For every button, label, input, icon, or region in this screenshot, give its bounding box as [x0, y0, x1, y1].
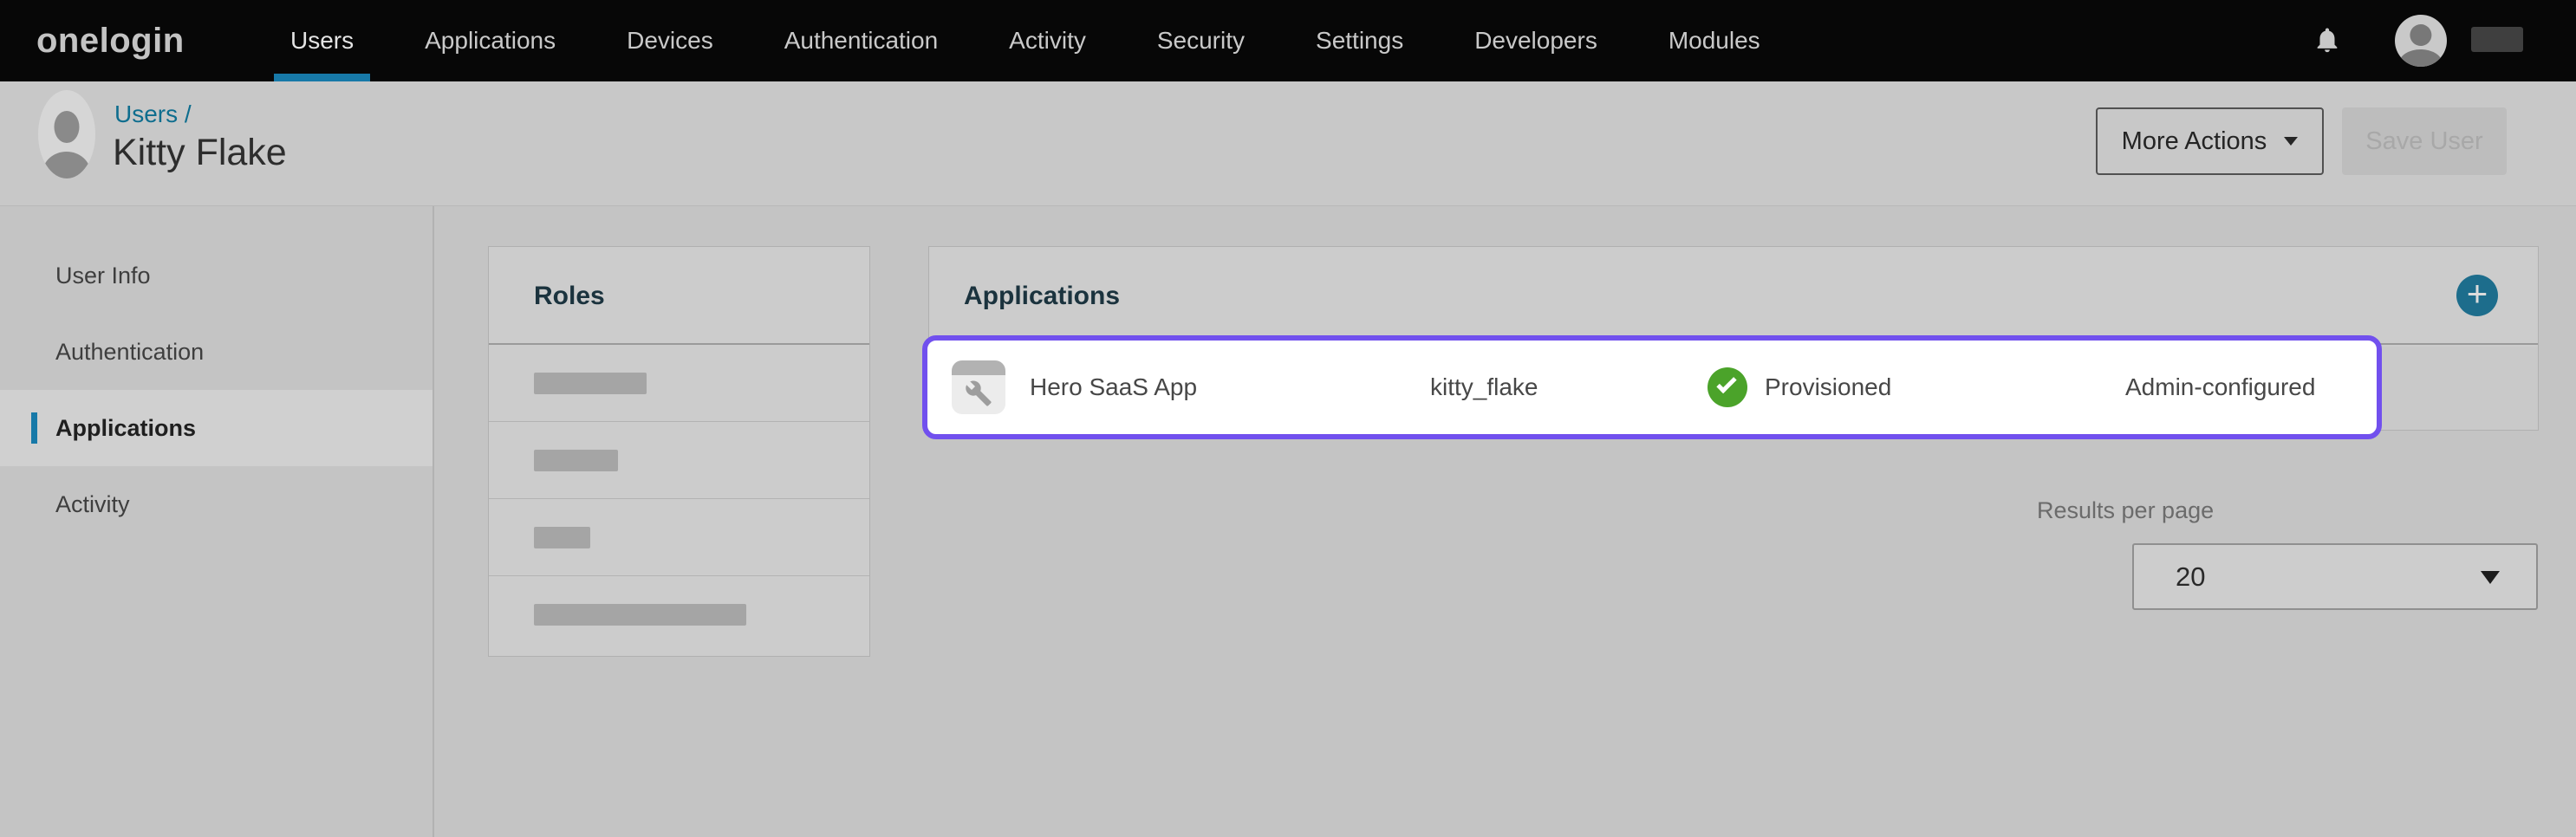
nav-tab-modules[interactable]: Modules: [1633, 0, 1796, 81]
sidebar-item-label: Applications: [55, 415, 196, 442]
nav-tab-label: Modules: [1669, 27, 1760, 55]
sidebar-item-authentication[interactable]: Authentication: [0, 314, 433, 390]
check-mark: [1716, 373, 1736, 393]
app-icon: [952, 360, 1005, 414]
app-icon-titlebar: [952, 360, 1005, 375]
role-row[interactable]: [489, 345, 869, 422]
nav-tab-users[interactable]: Users: [255, 0, 389, 81]
user-page-header: Users / Kitty Flake More Actions Save Us…: [0, 81, 2576, 206]
sidebar-divider: [433, 206, 434, 837]
page-title: Kitty Flake: [113, 132, 287, 174]
avatar-silhouette-head: [2410, 24, 2431, 46]
role-row[interactable]: [489, 576, 869, 653]
top-nav-bar: onelogin Users Applications Devices Auth…: [0, 0, 2576, 81]
user-avatar: [38, 90, 95, 178]
wrench-icon: [965, 380, 992, 407]
applications-panel-header: Applications +: [929, 247, 2538, 345]
nav-tab-label: Devices: [627, 27, 713, 55]
nav-tab-developers[interactable]: Developers: [1439, 0, 1633, 81]
results-per-page-label: Results per page: [2037, 497, 2214, 524]
save-user-label: Save User: [2365, 127, 2482, 156]
breadcrumb[interactable]: Users /: [114, 101, 192, 128]
main-content: User Info Authentication Applications Ac…: [0, 206, 2576, 837]
application-row-hero-saas-app[interactable]: Hero SaaS App kitty_flake Provisioned Ad…: [922, 335, 2382, 439]
role-row[interactable]: [489, 422, 869, 499]
avatar-silhouette-body: [42, 152, 90, 178]
more-actions-button[interactable]: More Actions: [2096, 107, 2324, 175]
nav-tab-label: Activity: [1009, 27, 1086, 55]
primary-nav: Users Applications Devices Authenticatio…: [255, 0, 1796, 81]
save-user-button[interactable]: Save User: [2342, 107, 2507, 175]
sidebar-item-label: Activity: [55, 491, 130, 518]
account-name-redacted[interactable]: [2471, 27, 2523, 52]
nav-tab-security[interactable]: Security: [1122, 0, 1280, 81]
redacted-role-name: [534, 450, 618, 471]
provisioned-check-icon: [1708, 367, 1747, 407]
sidebar-item-label: Authentication: [55, 339, 204, 366]
nav-tab-label: Security: [1157, 27, 1245, 55]
active-tab-underline: [274, 74, 370, 81]
sidebar-item-user-info[interactable]: User Info: [0, 237, 433, 314]
nav-tab-label: Authentication: [784, 27, 938, 55]
redacted-role-name: [534, 604, 746, 626]
app-status-label: Provisioned: [1765, 373, 1891, 401]
app-status-cell: Provisioned: [1708, 341, 1891, 434]
app-config-type: Admin-configured: [2125, 341, 2315, 434]
chevron-down-icon: [2481, 571, 2500, 584]
avatar-silhouette-head: [54, 111, 79, 143]
applications-panel-title: Applications: [964, 247, 1120, 345]
roles-panel: Roles: [488, 246, 870, 657]
nav-tab-activity[interactable]: Activity: [973, 0, 1122, 81]
redacted-role-name: [534, 373, 647, 394]
nav-tab-settings[interactable]: Settings: [1280, 0, 1439, 81]
sidebar-item-activity[interactable]: Activity: [0, 466, 433, 542]
nav-tab-label: Settings: [1316, 27, 1403, 55]
more-actions-label: More Actions: [2122, 127, 2267, 156]
plus-icon: +: [2467, 276, 2488, 312]
results-per-page-value: 20: [2176, 545, 2205, 608]
active-item-accent-bar: [31, 412, 37, 444]
nav-tab-label: Developers: [1474, 27, 1597, 55]
app-name: Hero SaaS App: [1030, 341, 1197, 434]
add-application-button[interactable]: +: [2456, 275, 2498, 316]
roles-panel-title: Roles: [534, 247, 605, 345]
results-per-page-select[interactable]: 20: [2132, 543, 2538, 610]
nav-tab-label: Applications: [425, 27, 556, 55]
sidebar-item-label: User Info: [55, 263, 151, 289]
nav-tab-applications[interactable]: Applications: [389, 0, 591, 81]
chevron-down-icon: [2284, 137, 2298, 146]
notifications-bell-icon[interactable]: [2313, 23, 2342, 56]
avatar-silhouette-body: [2399, 49, 2443, 67]
roles-panel-header: Roles: [489, 247, 869, 345]
account-avatar[interactable]: [2395, 15, 2447, 67]
app-username: kitty_flake: [1430, 341, 1538, 434]
onelogin-admin-page: onelogin Users Applications Devices Auth…: [0, 0, 2576, 837]
nav-tab-label: Users: [290, 27, 354, 55]
role-row[interactable]: [489, 499, 869, 576]
nav-tab-authentication[interactable]: Authentication: [749, 0, 973, 81]
nav-tab-devices[interactable]: Devices: [591, 0, 749, 81]
onelogin-logo[interactable]: onelogin: [36, 0, 185, 81]
sidebar-item-applications[interactable]: Applications: [0, 390, 433, 466]
redacted-role-name: [534, 527, 590, 548]
